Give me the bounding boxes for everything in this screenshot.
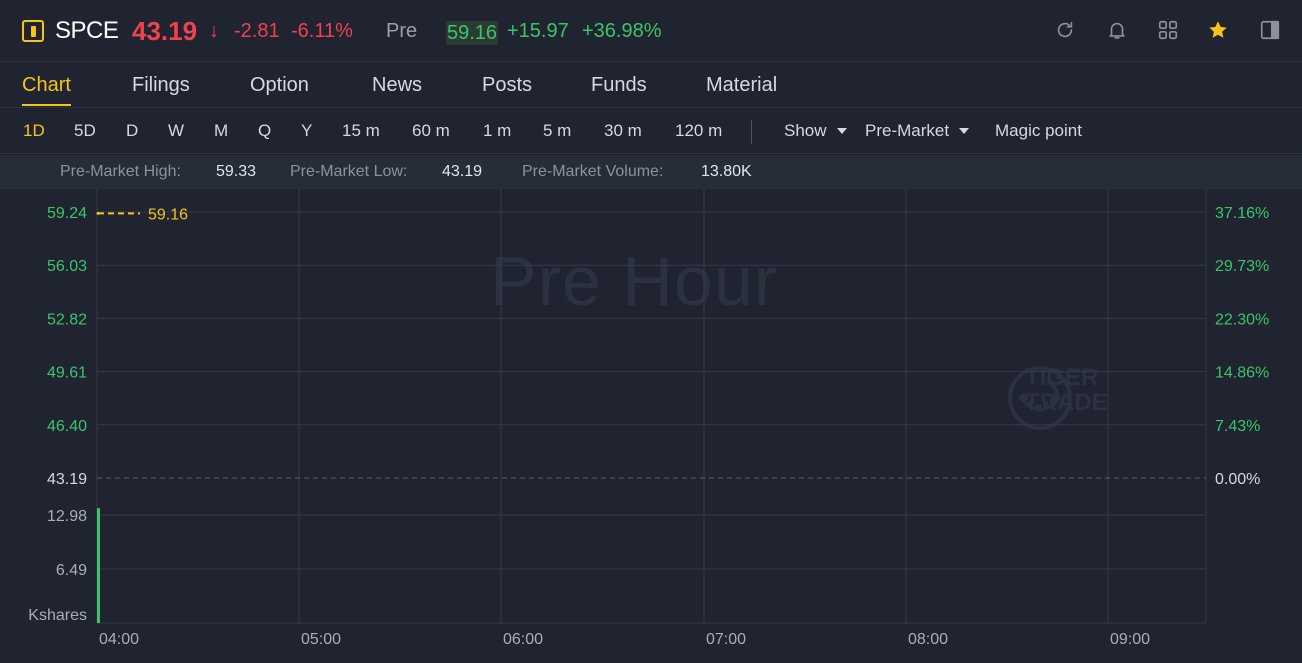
tab-option[interactable]: Option [250,62,309,108]
percent-tick-label: 0.00% [1215,471,1260,488]
caret-down-icon [959,128,970,134]
period-toolbar: 1D 5D D W M Q Y 15 m 60 m 1 m 5 m 30 m 1… [0,108,1302,154]
percent-tick-label: 14.86% [1215,365,1269,382]
percent-tick-label: 37.16% [1215,205,1269,222]
low-value: 43.19 [442,163,483,180]
price-tick-label: 46.40 [47,418,87,435]
period-q[interactable]: Q [258,108,271,154]
magic-point-button[interactable]: Magic point [995,108,1082,154]
tab-filings[interactable]: Filings [132,62,190,108]
price-change-percent: -6.11% [291,19,353,42]
caret-down-icon [836,128,847,134]
chart-canvas: 59.24 56.03 52.82 49.61 46.40 43.19 37.16% 29.7… [28,189,1269,648]
current-price-label: 59.16 [148,206,188,223]
pre-market-stats: Pre-Market High: 59.33 Pre-Market Low: 4… [0,155,1302,189]
high-value: 59.33 [216,163,257,180]
down-arrow-icon: ↓ [209,19,219,42]
last-price: 43.19 [132,15,198,46]
tab-funds[interactable]: Funds [591,62,647,108]
pre-market-change-percent: +36.98% [582,19,662,42]
time-tick-label: 04:00 [99,631,139,648]
pre-market-label: Pre [386,19,418,42]
tab-news[interactable]: News [372,62,422,108]
period-1m[interactable]: 1 m [483,108,511,154]
period-60m[interactable]: 60 m [412,108,450,154]
show-dropdown-label: Show [784,121,827,140]
price-tick-label: 43.19 [47,471,87,488]
percent-tick-label: 7.43% [1215,418,1260,435]
period-d[interactable]: D [126,108,138,154]
percent-tick-label: 22.30% [1215,311,1269,328]
time-tick-label: 05:00 [301,631,341,648]
price-tick-label: 52.82 [47,311,87,328]
pre-market-dropdown-label: Pre-Market [865,121,950,140]
period-30m[interactable]: 30 m [604,108,642,154]
show-dropdown[interactable]: Show [784,108,847,154]
period-w[interactable]: W [168,108,184,154]
period-15m[interactable]: 15 m [342,108,380,154]
bell-icon[interactable] [1105,18,1129,42]
period-m[interactable]: M [214,108,228,154]
volume-bar [97,508,100,623]
period-1d[interactable]: 1D [23,108,45,154]
pre-market-dropdown[interactable]: Pre-Market [865,108,970,154]
volume-tick-label: 6.49 [56,562,87,579]
price-change: -2.81 [234,19,280,42]
time-tick-label: 09:00 [1110,631,1150,648]
volume-label: Pre-Market Volume: [522,163,664,180]
volume-value: 13.80K [701,163,752,180]
ticker-symbol: SPCE [55,17,119,44]
price-tick-label: 59.24 [47,205,87,222]
period-5m[interactable]: 5 m [543,108,571,154]
tab-material[interactable]: Material [706,62,777,108]
star-icon[interactable] [1206,18,1230,42]
tab-chart[interactable]: Chart [22,62,71,108]
period-120m[interactable]: 120 m [675,108,722,154]
price-tick-label: 56.03 [47,258,87,275]
grid-icon[interactable] [1156,18,1180,42]
pre-market-price: 59.16 [446,21,499,45]
volume-unit-label: Kshares [28,607,87,624]
tab-posts[interactable]: Posts [482,62,532,108]
quote-header: SPCE 43.19 ↓ -2.81 -6.11% Pre 59.16 +15.… [0,0,1302,62]
time-tick-label: 07:00 [706,631,746,648]
volume-tick-label: 12.98 [47,508,87,525]
high-label: Pre-Market High: [60,163,181,180]
refresh-icon[interactable] [1053,18,1077,42]
period-y[interactable]: Y [301,108,312,154]
price-tick-label: 49.61 [47,365,87,382]
panel-toggle-icon[interactable] [1258,18,1282,42]
pre-market-change: +15.97 [507,19,569,42]
time-tick-label: 08:00 [908,631,948,648]
toolbar-divider [751,120,752,144]
percent-tick-label: 29.73% [1215,258,1269,275]
low-label: Pre-Market Low: [290,163,408,180]
watchlist-toggle-icon[interactable] [22,0,44,62]
time-tick-label: 06:00 [503,631,543,648]
section-tabs: Chart Filings Option News Posts Funds Ma… [0,62,1302,108]
price-chart[interactable]: Pre Hour TIGER TRADE 59.24 56.03 52.82 49.6… [0,189,1302,663]
period-5d[interactable]: 5D [74,108,96,154]
